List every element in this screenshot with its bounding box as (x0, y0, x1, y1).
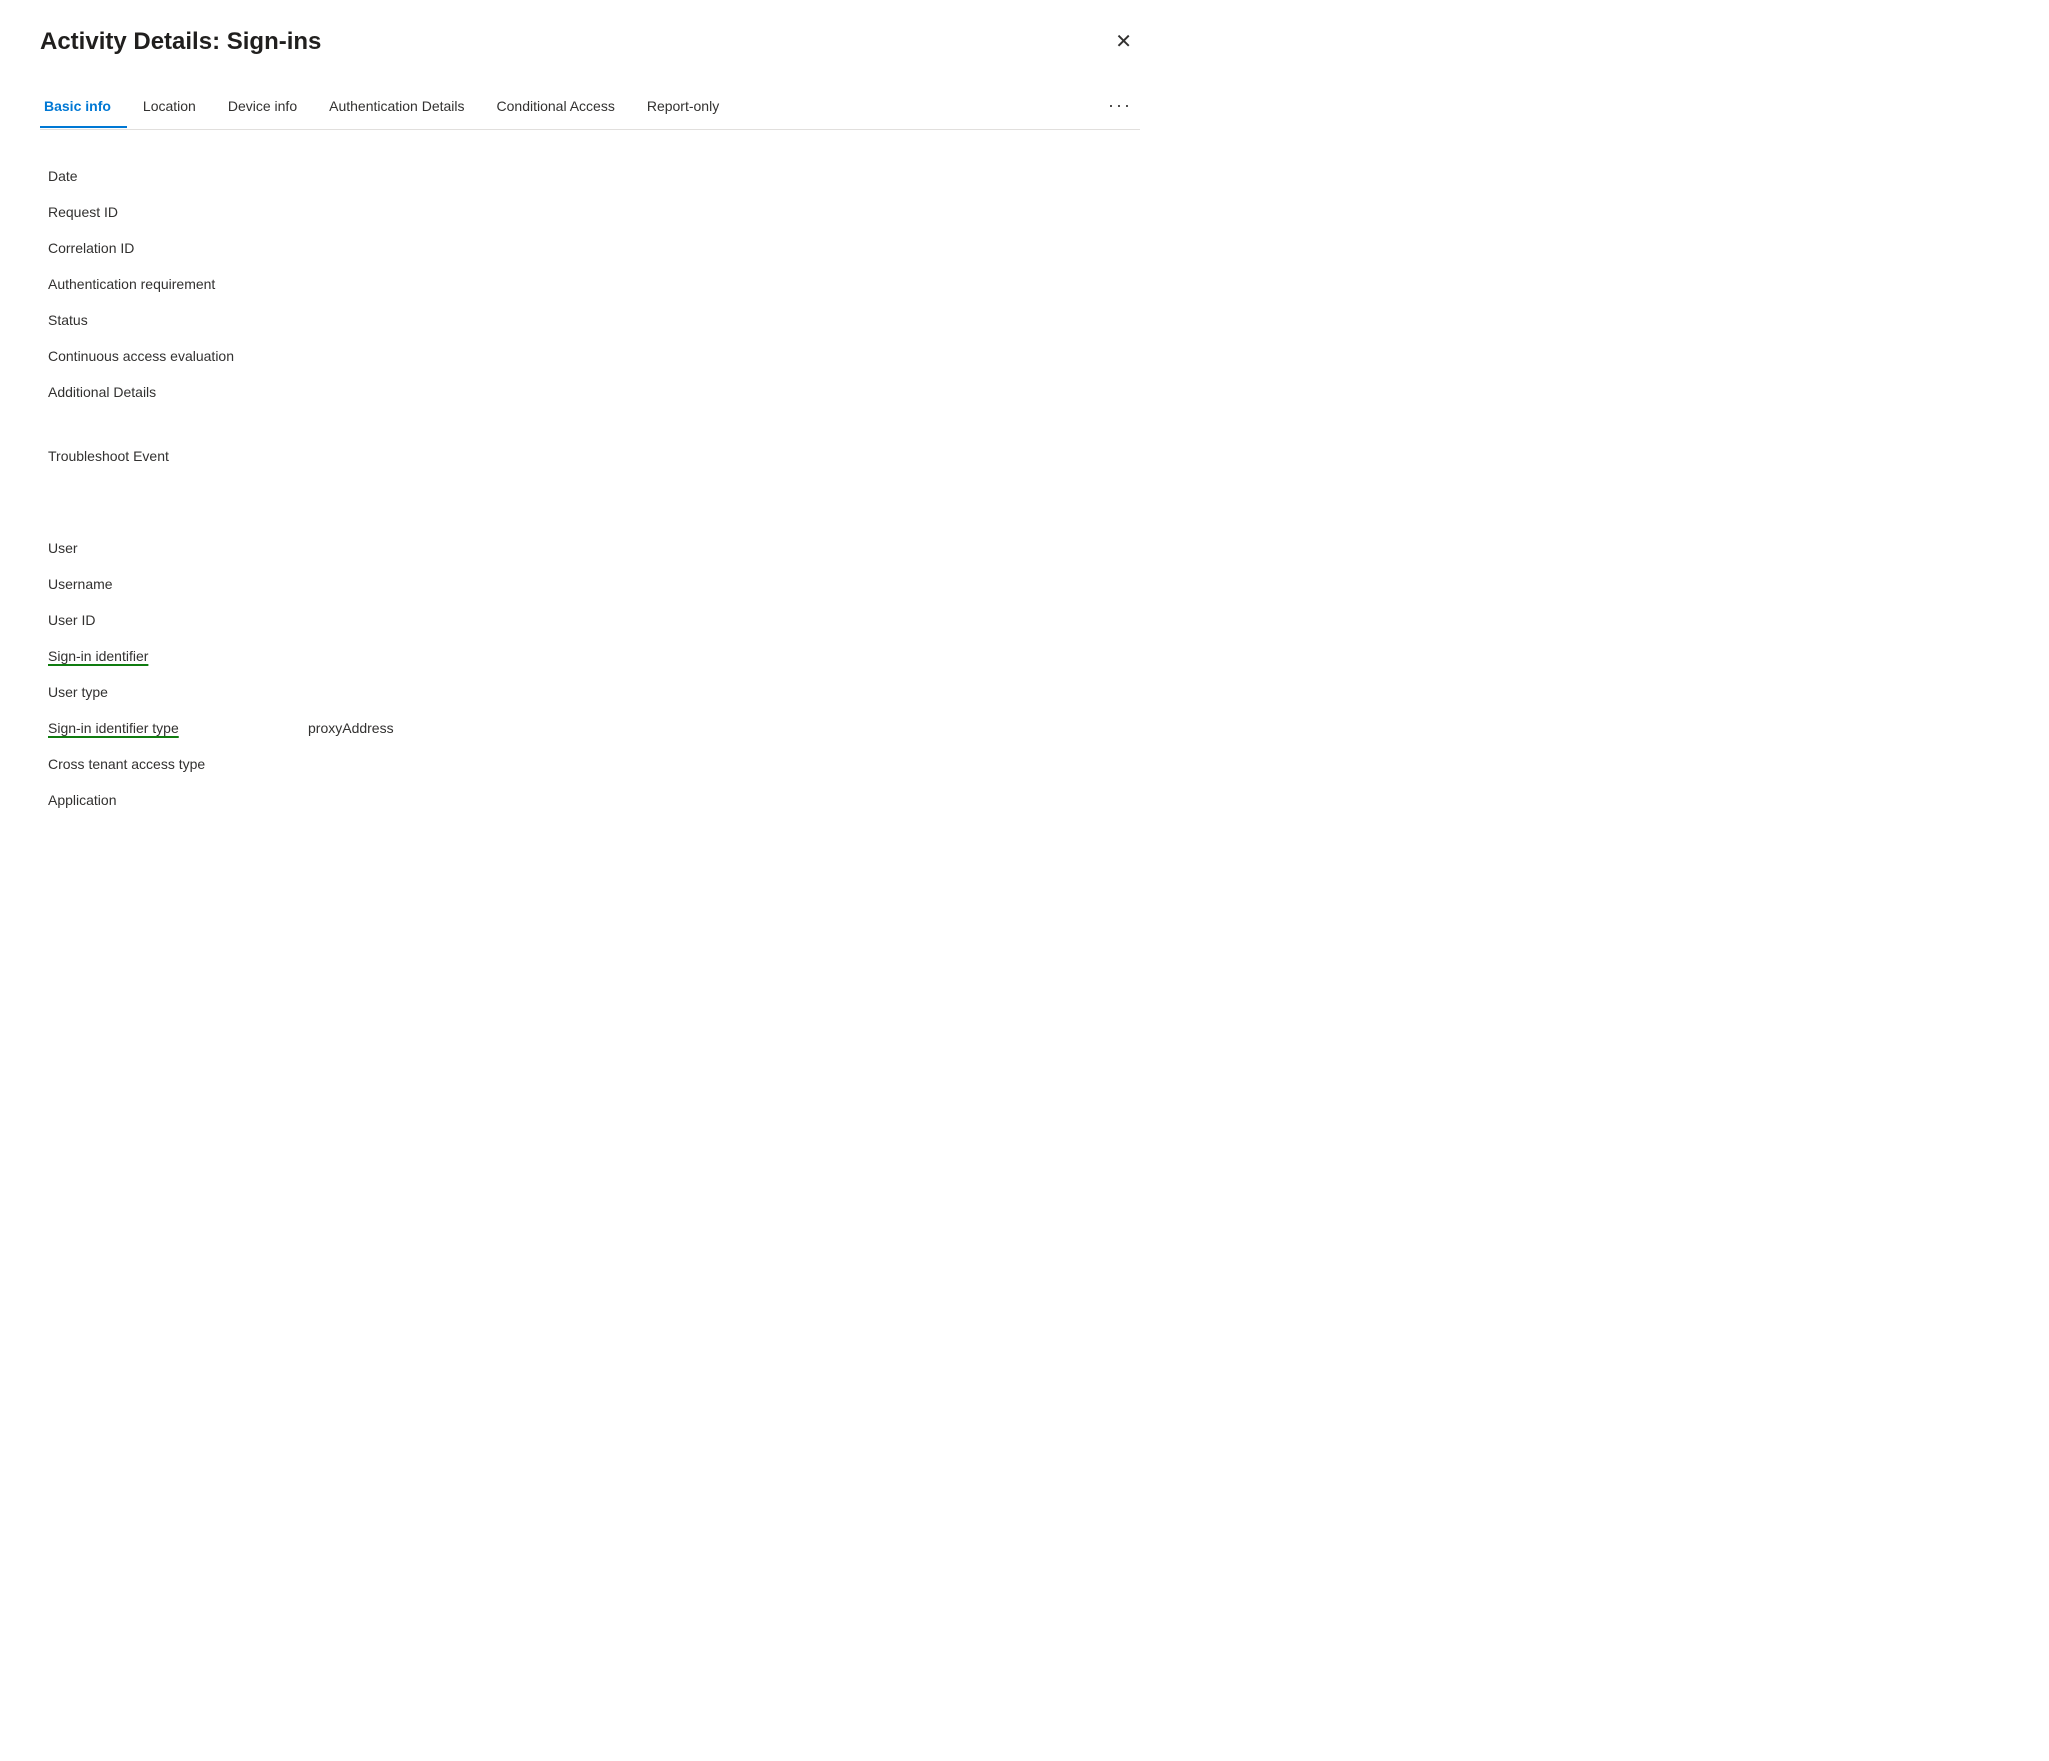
field-row-application: Application (48, 782, 1140, 818)
field-row-correlation-id: Correlation ID (48, 230, 1140, 266)
field-row-sign-in-identifier-type: Sign-in identifier type proxyAddress (48, 710, 1140, 746)
field-label-continuous-access: Continuous access evaluation (48, 348, 308, 364)
field-label-troubleshoot: Troubleshoot Event (48, 448, 308, 464)
activity-details-dialog: Activity Details: Sign-ins ✕ Basic info … (0, 0, 1180, 900)
field-label-status: Status (48, 312, 308, 328)
field-label-request-id: Request ID (48, 204, 308, 220)
tab-more-button[interactable]: ··· (1100, 85, 1140, 130)
tab-conditional-access[interactable]: Conditional Access (493, 88, 631, 128)
field-row-cross-tenant-access-type: Cross tenant access type (48, 746, 1140, 782)
field-label-auth-requirement: Authentication requirement (48, 276, 308, 292)
field-label-cross-tenant-access-type: Cross tenant access type (48, 756, 308, 772)
gap-2 (48, 474, 1140, 502)
tab-content: Date Request ID Correlation ID Authentic… (40, 158, 1140, 818)
tab-location[interactable]: Location (139, 88, 212, 128)
tab-authentication-details[interactable]: Authentication Details (325, 88, 480, 128)
tab-report-only[interactable]: Report-only (643, 88, 735, 128)
field-value-sign-in-identifier-type: proxyAddress (308, 720, 394, 736)
close-button[interactable]: ✕ (1107, 28, 1140, 56)
field-label-user: User (48, 540, 308, 556)
field-label-additional-details: Additional Details (48, 384, 308, 400)
gap-3 (48, 502, 1140, 530)
field-label-correlation-id: Correlation ID (48, 240, 308, 256)
field-label-user-type: User type (48, 684, 308, 700)
field-label-user-id: User ID (48, 612, 308, 628)
field-label-sign-in-identifier-type: Sign-in identifier type (48, 720, 308, 736)
field-row-user: User (48, 530, 1140, 566)
field-row-user-id: User ID (48, 602, 1140, 638)
tab-bar: Basic info Location Device info Authenti… (40, 84, 1140, 130)
field-row-additional-details: Additional Details (48, 374, 1140, 410)
field-row-auth-requirement: Authentication requirement (48, 266, 1140, 302)
tab-device-info[interactable]: Device info (224, 88, 313, 128)
field-row-continuous-access: Continuous access evaluation (48, 338, 1140, 374)
field-row-user-type: User type (48, 674, 1140, 710)
field-label-username: Username (48, 576, 308, 592)
field-row-troubleshoot: Troubleshoot Event (48, 438, 1140, 474)
dialog-title: Activity Details: Sign-ins (40, 28, 321, 56)
tab-basic-info[interactable]: Basic info (40, 88, 127, 128)
dialog-header: Activity Details: Sign-ins ✕ (40, 28, 1140, 56)
gap-1 (48, 410, 1140, 438)
field-row-sign-in-identifier: Sign-in identifier (48, 638, 1140, 674)
field-label-application: Application (48, 792, 308, 808)
field-row-request-id: Request ID (48, 194, 1140, 230)
field-row-status: Status (48, 302, 1140, 338)
field-label-date: Date (48, 168, 308, 184)
field-row-date: Date (48, 158, 1140, 194)
field-label-sign-in-identifier: Sign-in identifier (48, 648, 308, 664)
field-row-username: Username (48, 566, 1140, 602)
